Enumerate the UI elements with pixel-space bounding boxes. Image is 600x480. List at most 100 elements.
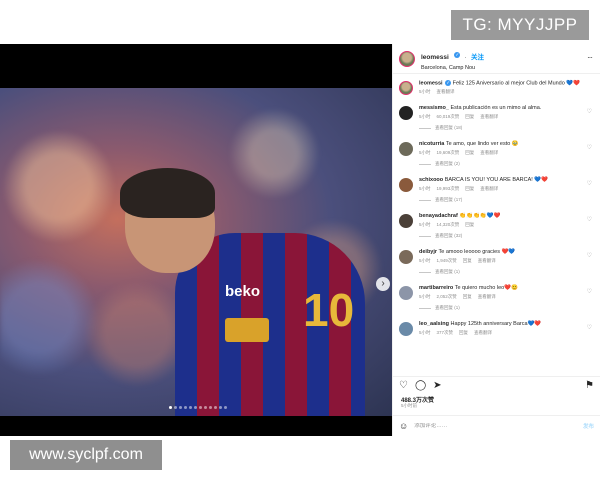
comment-text: Esta publicación es un mimo al alma. (450, 105, 542, 112)
view-replies-button[interactable]: 查看回复 (18) (419, 125, 594, 131)
reply-button[interactable]: 回复 (463, 258, 472, 264)
post-comment-button[interactable]: 发布 (583, 422, 594, 430)
translate-link[interactable]: 查看翻译 (480, 150, 498, 156)
carousel-dot[interactable] (209, 406, 212, 409)
carousel-dot[interactable] (174, 406, 177, 409)
shirt-number: 10 (303, 284, 355, 336)
comment-time: 5小时 (419, 114, 431, 120)
carousel-dot[interactable] (214, 406, 217, 409)
comment-text: BARCA IS YOU! YOU ARE BARCA! 💙❤️ (444, 177, 549, 184)
comment-likes[interactable]: 14,320次赞 (437, 222, 460, 228)
carousel-dot[interactable] (184, 406, 187, 409)
carousel-dot[interactable] (169, 406, 172, 409)
comment-like-icon[interactable]: ♡ (587, 108, 592, 115)
commenter-avatar[interactable] (399, 250, 413, 265)
carousel-dot[interactable] (189, 406, 192, 409)
view-replies-label: 查看回复 (17) (435, 197, 463, 203)
post-photo[interactable]: beko 10 (0, 88, 392, 416)
caption-username[interactable]: leomessi (419, 80, 443, 86)
comment-like-icon[interactable]: ♡ (587, 144, 592, 151)
carousel-dot[interactable] (219, 406, 222, 409)
reply-button[interactable]: 回复 (465, 222, 474, 228)
reply-button[interactable]: 回复 (465, 114, 474, 120)
commenter-avatar[interactable] (399, 322, 413, 337)
more-options-icon[interactable]: ··· (587, 53, 593, 62)
follow-button[interactable]: 关注 (471, 54, 484, 61)
commenter-username[interactable]: messismo_ (419, 105, 449, 111)
replies-line (419, 127, 431, 129)
comment-item: nicoturria Te amo, que lindo ver esto 🥹 5… (399, 141, 594, 157)
view-replies-button[interactable]: 查看回复 (1) (419, 269, 594, 275)
translate-link[interactable]: 查看翻译 (480, 114, 498, 120)
add-comment-bar: ☺ 发布 (393, 415, 600, 436)
reply-button[interactable]: 回复 (465, 150, 474, 156)
carousel-dot[interactable] (224, 406, 227, 409)
next-photo-button[interactable]: › (376, 277, 390, 291)
comment-icon[interactable]: ◯ (415, 380, 426, 391)
commenter-avatar[interactable] (399, 286, 413, 301)
comment-like-icon[interactable]: ♡ (587, 288, 592, 295)
watermark-bottom: www.syclpf.com (10, 440, 162, 470)
author-username[interactable]: leomessi (421, 54, 449, 61)
commenter-avatar[interactable] (399, 142, 413, 157)
emoji-icon[interactable]: ☺ (399, 421, 408, 431)
comment-like-icon[interactable]: ♡ (587, 180, 592, 187)
player-figure: beko 10 (115, 168, 365, 416)
replies-line (419, 307, 431, 309)
comments-list[interactable]: leomessi ✓ Feliz 125 Aniversario al mejo… (393, 74, 600, 376)
commenter-username[interactable]: deibyjr (419, 249, 437, 255)
commenter-avatar[interactable] (399, 178, 413, 193)
author-avatar[interactable] (399, 50, 415, 67)
comment-text: Te amooo leoooo gracies ❤️💙 (438, 249, 516, 256)
comment-like-icon[interactable]: ♡ (587, 324, 592, 331)
view-replies-button[interactable]: 查看回复 (1) (419, 305, 594, 311)
comment-item: schixooo BARCA IS YOU! YOU ARE BARCA! 💙❤… (399, 177, 594, 193)
captain-armband (225, 318, 269, 342)
comment-item: leo_aalsing Happy 125th anniversary Barc… (399, 321, 594, 337)
view-replies-button[interactable]: 查看回复 (2) (419, 161, 594, 167)
comment-likes[interactable]: 60,019次赞 (437, 114, 460, 120)
like-icon[interactable]: ♡ (399, 380, 408, 391)
bookmark-icon[interactable]: ⚑ (585, 380, 594, 391)
comment-item: benayadachraf 👏👏👏👏💙❤️ 5小时 14,320次赞 回复 ♡ (399, 213, 594, 229)
carousel-dot[interactable] (199, 406, 202, 409)
post-location[interactable]: Barcelona, Camp Nou (421, 65, 484, 71)
commenter-username[interactable]: schixooo (419, 177, 443, 183)
comment-likes[interactable]: 19,993次赞 (437, 186, 460, 192)
action-bar: ♡ ◯ ➤ ⚑ (393, 376, 600, 394)
comment-likes[interactable]: 1,949次赞 (437, 258, 457, 264)
comment-likes[interactable]: 19,609次赞 (437, 150, 460, 156)
comment-like-icon[interactable]: ♡ (587, 216, 592, 223)
comment-input[interactable] (414, 423, 583, 429)
comment-item: martibarreiro Te quiero mucho leo❤️😊 5小时 2… (399, 285, 594, 301)
caption-avatar[interactable] (399, 81, 413, 95)
reply-button[interactable]: 回复 (465, 186, 474, 192)
caption-translate[interactable]: 查看翻译 (437, 89, 455, 95)
view-replies-button[interactable]: 查看回复 (17) (419, 197, 594, 203)
reply-button[interactable]: 回复 (463, 294, 472, 300)
comment-time: 5小时 (419, 258, 431, 264)
carousel-dot[interactable] (204, 406, 207, 409)
carousel-dot[interactable] (194, 406, 197, 409)
reply-button[interactable]: 回复 (459, 330, 468, 336)
comment-likes[interactable]: 2,052次赞 (437, 294, 457, 300)
translate-link[interactable]: 查看翻译 (478, 258, 496, 264)
commenter-username[interactable]: benayadachraf (419, 213, 458, 219)
share-icon[interactable]: ➤ (433, 380, 441, 391)
commenter-avatar[interactable] (399, 106, 413, 121)
comment-text: Happy 125th anniversary Barca💙❤️ (450, 321, 542, 328)
commenter-username[interactable]: martibarreiro (419, 285, 453, 291)
translate-link[interactable]: 查看翻译 (478, 294, 496, 300)
commenter-username[interactable]: leo_aalsing (419, 321, 449, 327)
commenter-avatar[interactable] (399, 214, 413, 229)
comment-likes[interactable]: 377次赞 (437, 330, 454, 336)
comment-like-icon[interactable]: ♡ (587, 252, 592, 259)
comment-text: Te amo, que lindo ver esto 🥹 (445, 141, 519, 148)
view-replies-button[interactable]: 查看回复 (32) (419, 233, 594, 239)
commenter-username[interactable]: nicoturria (419, 141, 444, 147)
replies-line (419, 163, 431, 165)
comment-time: 5小时 (419, 330, 431, 336)
translate-link[interactable]: 查看翻译 (480, 186, 498, 192)
translate-link[interactable]: 查看翻译 (474, 330, 492, 336)
carousel-dot[interactable] (179, 406, 182, 409)
